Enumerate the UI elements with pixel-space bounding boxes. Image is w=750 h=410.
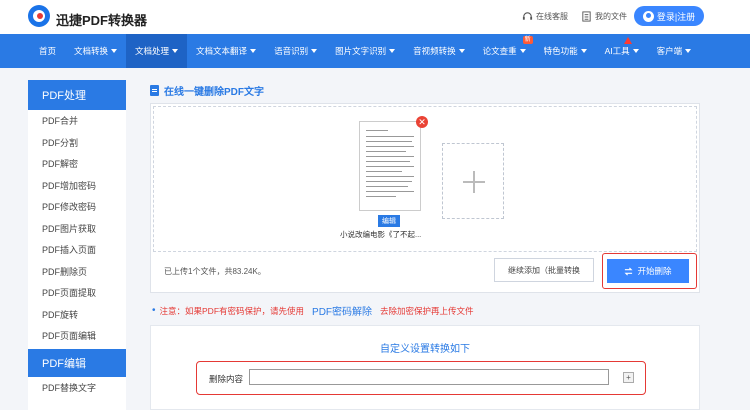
nav-item-0[interactable]: 首页	[30, 34, 65, 68]
file-drop-area[interactable]: ✕ 编辑 小说改编电影《了不起...	[153, 106, 697, 252]
nav-item-label: 客户端	[656, 46, 683, 56]
nav-item-label: 文档转换	[74, 46, 109, 56]
delete-content-label: 删除内容	[209, 374, 244, 384]
nav-item-9[interactable]: AI工具	[596, 34, 648, 68]
notice-bullet-icon: •	[152, 305, 156, 316]
document-icon	[150, 85, 159, 96]
sidebar-section-pdf-processing: PDF处理	[28, 80, 126, 110]
sidebar-item[interactable]: PDF增加密码	[28, 175, 126, 197]
sidebar-item[interactable]: PDF页面提取	[28, 282, 126, 304]
nav-item-label: 图片文字识别	[335, 46, 387, 56]
nav-item-label: 音视频转换	[413, 46, 456, 56]
headset-icon	[522, 12, 533, 20]
chevron-down-icon	[580, 49, 587, 53]
sidebar-section-pdf-edit: PDF编辑	[28, 348, 126, 377]
nav-item-4[interactable]: 语音识别	[265, 34, 326, 68]
nav-item-label: AI工具	[604, 46, 630, 56]
sidebar-item[interactable]: PDF修改密码	[28, 196, 126, 218]
pdf-password-remove-link[interactable]: PDF密码解除	[312, 303, 372, 318]
sidebar-item[interactable]: PDF插入页面	[28, 239, 126, 261]
notice-prefix: 注意：如果PDF有密码保护，请先使用	[159, 305, 305, 316]
nav-item-3[interactable]: 文档文本翻译	[187, 34, 265, 68]
logo-icon[interactable]	[28, 5, 50, 27]
file-name: 小说改编电影《了不起...	[340, 230, 422, 239]
nav-item-5[interactable]: 图片文字识别	[326, 34, 404, 68]
nav-item-6[interactable]: 音视频转换	[404, 34, 474, 68]
chevron-down-icon	[632, 49, 639, 53]
login-register-button[interactable]: 登录|注册	[634, 6, 704, 26]
my-files-label: 我的文件	[595, 12, 627, 21]
chevron-down-icon	[111, 49, 118, 53]
nav-item-7[interactable]: 论文查重新	[474, 34, 535, 68]
settings-panel: 自定义设置转换如下 删除内容 +	[150, 325, 700, 410]
online-support-link[interactable]: 在线客服	[522, 11, 568, 22]
upload-status-text: 已上传1个文件，共83.24K。	[164, 267, 266, 276]
new-badge: 新	[522, 36, 533, 44]
my-files-link[interactable]: 我的文件	[581, 11, 627, 22]
top-header: 迅捷PDF转换器 在线客服 我的文件 登录|注册	[0, 0, 750, 34]
page-title: 在线一键删除PDF文字	[150, 83, 264, 98]
nav-item-10[interactable]: 客户端	[648, 34, 701, 68]
nav-item-1[interactable]: 文档转换	[65, 34, 126, 68]
sidebar-item[interactable]: PDF页面编辑	[28, 325, 126, 347]
nav-item-label: 首页	[39, 46, 57, 56]
up-arrow-icon	[623, 37, 632, 44]
delete-content-highlight: 删除内容 +	[196, 361, 646, 395]
sidebar-item[interactable]: PDF替换文字	[28, 377, 126, 399]
login-register-label: 登录|注册	[656, 11, 696, 22]
user-avatar-icon	[642, 10, 654, 22]
add-file-button[interactable]	[442, 143, 504, 219]
logo-text[interactable]: 迅捷PDF转换器	[56, 10, 147, 29]
chevron-down-icon	[172, 49, 179, 53]
edit-file-button[interactable]: 编辑	[378, 215, 400, 227]
start-button-highlight: 开始删除	[602, 253, 697, 289]
sidebar-item[interactable]: PDF合并	[28, 110, 126, 132]
main-nav: 首页 文档转换 文档处理 文档文本翻译 语音识别 图片文字识别 音视频转换 论文查重新特色功能…	[0, 34, 750, 68]
nav-item-label: 特色功能	[543, 46, 578, 56]
password-notice: • 注意：如果PDF有密码保护，请先使用 PDF密码解除 去除加密保护再上传文件	[152, 303, 474, 318]
sidebar-item[interactable]: PDF旋转	[28, 304, 126, 326]
nav-item-label: 文档文本翻译	[196, 46, 248, 56]
nav-item-label: 文档处理	[135, 46, 170, 56]
page-title-text: 在线一键删除PDF文字	[164, 87, 264, 98]
convert-arrows-icon	[624, 267, 633, 275]
continue-add-button[interactable]: 继续添加（批量转换	[494, 258, 594, 282]
nav-item-label: 语音识别	[274, 46, 309, 56]
delete-content-input[interactable]	[249, 369, 609, 385]
chevron-down-icon	[458, 49, 465, 53]
remove-file-icon[interactable]: ✕	[416, 116, 428, 128]
chevron-down-icon	[519, 49, 526, 53]
nav-item-8[interactable]: 特色功能	[535, 34, 596, 68]
upload-panel: ✕ 编辑 小说改编电影《了不起... 已上传1个文件，共83.24K。 继续添加…	[150, 103, 700, 293]
settings-title: 自定义设置转换如下	[380, 344, 470, 355]
start-delete-label: 开始删除	[637, 266, 672, 276]
sidebar-item[interactable]: PDF删除页	[28, 261, 126, 283]
sidebar-item[interactable]: PDF图片获取	[28, 218, 126, 240]
online-support-label: 在线客服	[536, 12, 568, 21]
notice-suffix: 去除加密保护再上传文件	[380, 305, 474, 316]
start-delete-button[interactable]: 开始删除	[607, 259, 689, 283]
nav-item-label: 论文查重	[482, 46, 517, 56]
pdf-file-thumbnail[interactable]	[359, 121, 421, 211]
sidebar-item[interactable]: PDF解密	[28, 153, 126, 175]
chevron-down-icon	[389, 49, 396, 53]
nav-item-2[interactable]: 文档处理	[126, 34, 188, 68]
file-list-icon	[582, 11, 591, 22]
chevron-down-icon	[250, 49, 257, 53]
chevron-down-icon	[685, 49, 692, 53]
chevron-down-icon	[311, 49, 318, 53]
sidebar-item[interactable]: PDF分割	[28, 132, 126, 154]
sidebar: PDF处理 PDF合并 PDF分割 PDF解密 PDF增加密码 PDF修改密码 PDF图片…	[28, 80, 126, 410]
add-delete-item-button[interactable]: +	[623, 372, 634, 383]
